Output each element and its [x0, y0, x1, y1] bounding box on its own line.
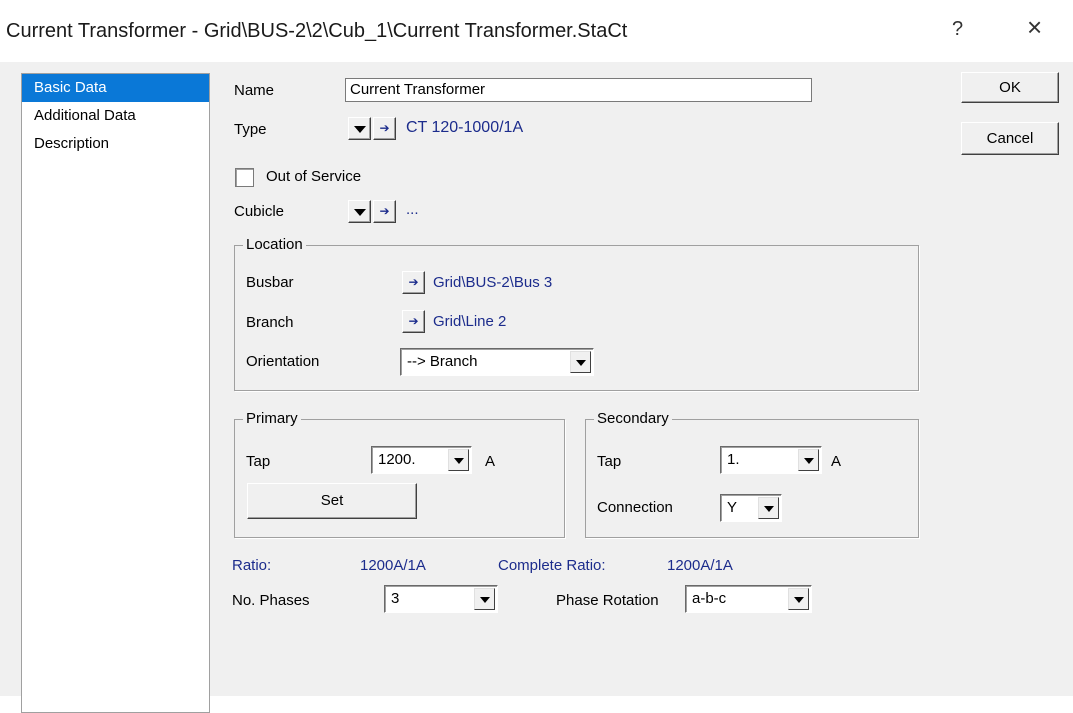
ratio-label: Ratio: — [232, 557, 272, 574]
nav-item-additional-data[interactable]: Additional Data — [22, 102, 209, 130]
phases-label: No. Phases — [232, 592, 310, 609]
cubicle-label: Cubicle — [234, 203, 285, 220]
phases-select[interactable]: 3 — [384, 585, 498, 613]
type-jump-arrow-icon[interactable]: ➔ — [373, 117, 396, 140]
chevron-down-icon[interactable] — [758, 497, 779, 519]
ok-button[interactable]: OK — [961, 72, 1059, 103]
connection-value: Y — [727, 499, 738, 516]
phase-rotation-value: a-b-c — [692, 590, 727, 607]
chevron-down-icon[interactable] — [798, 449, 819, 471]
ratio-value: 1200A/1A — [360, 557, 426, 574]
set-button[interactable]: Set — [247, 483, 417, 519]
busbar-value-link[interactable]: Grid\BUS-2\Bus 3 — [433, 274, 552, 291]
secondary-group-title: Secondary — [594, 410, 672, 427]
chevron-down-icon[interactable] — [570, 351, 591, 373]
chevron-down-icon[interactable] — [448, 449, 469, 471]
type-select-icon[interactable] — [348, 117, 371, 140]
complete-ratio-label: Complete Ratio: — [498, 557, 606, 574]
window-title: Current Transformer - Grid\BUS-2\2\Cub_1… — [6, 20, 628, 42]
cancel-button[interactable]: Cancel — [961, 122, 1059, 155]
primary-tap-value: 1200. — [378, 451, 416, 468]
connection-select[interactable]: Y — [720, 494, 782, 522]
out-of-service-checkbox[interactable] — [235, 168, 254, 187]
chevron-down-icon[interactable] — [788, 588, 809, 610]
cubicle-value: ... — [406, 201, 419, 218]
chevron-down-icon[interactable] — [474, 588, 495, 610]
primary-group-title: Primary — [243, 410, 301, 427]
help-button[interactable]: ? — [952, 18, 963, 41]
secondary-tap-unit: A — [831, 453, 842, 470]
type-value-link[interactable]: CT 120-1000/1A — [406, 119, 523, 137]
secondary-tap-value: 1. — [727, 451, 740, 468]
type-label: Type — [234, 121, 267, 138]
branch-label: Branch — [246, 314, 294, 331]
secondary-tap-label: Tap — [597, 453, 622, 470]
orientation-select[interactable]: --> Branch — [400, 348, 594, 376]
nav-item-basic-data[interactable]: Basic Data — [22, 74, 209, 102]
phase-rotation-select[interactable]: a-b-c — [685, 585, 812, 613]
title-bar: Current Transformer - Grid\BUS-2\2\Cub_1… — [0, 0, 1073, 62]
connection-label: Connection — [597, 499, 673, 516]
complete-ratio-value: 1200A/1A — [667, 557, 733, 574]
primary-group: Primary — [234, 410, 565, 538]
busbar-label: Busbar — [246, 274, 294, 291]
out-of-service-label: Out of Service — [266, 168, 362, 185]
page-navigation: Basic Data Additional Data Description — [21, 73, 210, 713]
secondary-tap-select[interactable]: 1. — [720, 446, 822, 474]
phases-value: 3 — [391, 590, 400, 607]
phase-rotation-label: Phase Rotation — [556, 592, 659, 609]
name-field[interactable]: Current Transformer — [345, 78, 812, 102]
primary-tap-label: Tap — [246, 453, 271, 470]
orientation-label: Orientation — [246, 353, 320, 370]
primary-tap-unit: A — [485, 453, 496, 470]
orientation-value: --> Branch — [407, 353, 478, 370]
cubicle-jump-arrow-icon[interactable]: ➔ — [373, 200, 396, 223]
nav-item-description[interactable]: Description — [22, 130, 209, 158]
branch-value-link[interactable]: Grid\Line 2 — [433, 313, 506, 330]
branch-jump-arrow-icon[interactable]: ➔ — [402, 310, 425, 333]
cubicle-select-icon[interactable] — [348, 200, 371, 223]
location-group-title: Location — [243, 236, 306, 253]
close-button[interactable]: × — [1027, 14, 1042, 40]
primary-tap-select[interactable]: 1200. — [371, 446, 472, 474]
busbar-jump-arrow-icon[interactable]: ➔ — [402, 271, 425, 294]
name-label: Name — [234, 82, 275, 99]
